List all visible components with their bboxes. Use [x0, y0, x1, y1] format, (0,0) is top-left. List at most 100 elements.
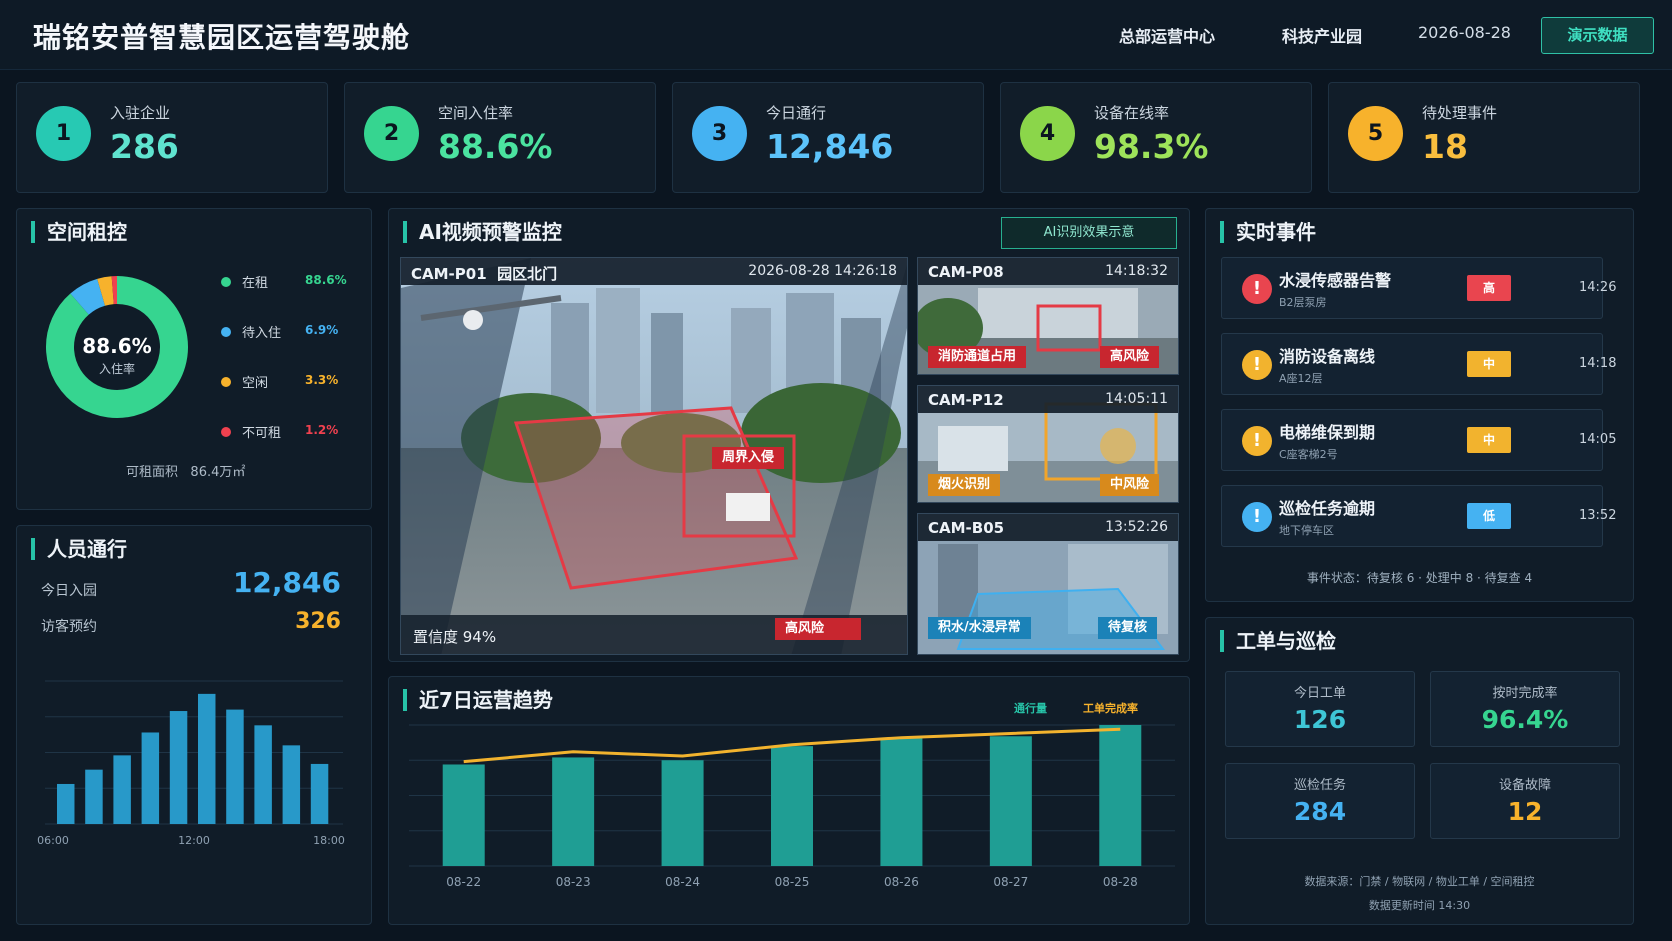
event-time: 14:05: [1579, 432, 1617, 447]
event-level-badge: 高: [1467, 275, 1511, 301]
x-tick-label: 08-28: [1103, 875, 1138, 889]
traffic-bar: [226, 709, 244, 824]
legend-pct: 1.2%: [305, 423, 339, 437]
kpi-label: 空间入住率: [438, 104, 514, 122]
event-title: 消防设备离线: [1279, 347, 1376, 366]
ai-video-monitor-panel: AI视频预警监控 AI识别效果示意 CAM-P01 园区北门 2026-08-2…: [388, 208, 1190, 662]
risk-tag: 中风险: [1100, 474, 1160, 496]
camera-id: CAM-P08: [928, 263, 1004, 281]
card-label: 今日工单: [1293, 686, 1346, 701]
x-tick-label: 08-24: [665, 875, 700, 889]
x-tick-label: 12:00: [178, 834, 210, 847]
event-location: 地下停车区: [1279, 524, 1334, 537]
traffic-volume-bar: [661, 760, 704, 866]
kpi-index-badge: 1: [36, 106, 91, 161]
donut-slice-3: [97, 276, 115, 306]
traffic-volume-bar: [442, 764, 485, 866]
alert-exclamation-icon: !: [1242, 274, 1272, 304]
camera-scene-image: [401, 258, 907, 654]
traffic-volume-bar: [989, 736, 1032, 866]
event-level-badge: 低: [1467, 503, 1511, 529]
data-source-note: 数据来源：门禁 / 物联网 / 物业工单 / 空间租控: [1304, 875, 1535, 888]
event-title: 电梯维保到期: [1279, 423, 1376, 442]
hourly-traffic-chart: 06:00 12:00 18:00: [37, 680, 345, 847]
event-item-inspection-overdue[interactable]: ! 巡检任务逾期 地下停车区 低 13:52: [1221, 485, 1616, 547]
kpi-value: 12,846: [766, 127, 894, 166]
kpi-card-traffic: 3 今日通行 12,846: [672, 82, 984, 193]
event-location: B2层泵房: [1279, 296, 1327, 309]
traffic-volume-bar: [1099, 725, 1142, 866]
warning-exclamation-icon: !: [1242, 426, 1272, 456]
traffic-bar: [282, 745, 301, 824]
kpi-index-badge: 2: [364, 106, 419, 161]
x-tick-label: 08-27: [993, 875, 1028, 889]
kpi-value: 88.6%: [438, 127, 553, 166]
card-value: 12: [1507, 797, 1543, 826]
x-tick-label: 08-22: [446, 875, 481, 889]
camera-header: CAM-B05 13:52:26: [918, 514, 1178, 541]
camera-header: CAM-P08 14:18:32: [918, 258, 1178, 285]
camera-timestamp: 14:05:11: [1105, 391, 1168, 407]
kpi-value: 98.3%: [1094, 127, 1209, 166]
camera-feed-p08[interactable]: CAM-P08 14:18:32 消防通道占用 高风险: [917, 257, 1179, 375]
camera-header: CAM-P01 园区北门 2026-08-28 14:26:18: [401, 258, 907, 285]
x-tick-label: 08-26: [884, 875, 919, 889]
nav-hq-ops-center[interactable]: 总部运营中心: [1119, 23, 1215, 47]
traffic-volume-bar: [552, 757, 595, 866]
x-tick-label: 18:00: [313, 834, 345, 847]
legend-name: 在租: [242, 276, 269, 291]
kpi-value: 286: [110, 127, 179, 166]
alert-tag: 积水/水浸异常: [928, 617, 1031, 639]
camera-footer: 置信度 94% 高风险: [401, 615, 907, 654]
rentable-area-value: 86.4万㎡: [190, 465, 246, 480]
event-item-fire-device-offline[interactable]: ! 消防设备离线 A座12层 中 14:18: [1221, 333, 1616, 395]
data-updated-time: 数据更新时间 14:30: [1368, 899, 1471, 912]
risk-tag-high: 高风险: [775, 618, 861, 640]
card-value: 126: [1293, 705, 1347, 734]
workorder-card-faults: 设备故障 12: [1430, 763, 1620, 839]
ai-demo-badge: AI识别效果示意: [1001, 217, 1177, 249]
event-status-summary: 事件状态：待复核 6 · 处理中 8 · 待复查 4: [1306, 571, 1533, 585]
nav-tech-park[interactable]: 科技产业园: [1282, 23, 1362, 47]
app-title: 瑞铭安普智慧园区运营驾驶舱: [33, 21, 411, 54]
legend-dot: [221, 327, 231, 337]
kpi-card-tenants: 1 入驻企业 286: [16, 82, 328, 193]
camera-feed-b05[interactable]: CAM-B05 13:52:26 积水/水浸异常 待复核: [917, 513, 1179, 655]
legend-name: 不可租: [242, 426, 282, 441]
card-value: 96.4%: [1481, 705, 1569, 734]
legend-pct: 88.6%: [305, 273, 347, 287]
workorder-card-ontime-rate: 按时完成率 96.4%: [1430, 671, 1620, 747]
donut-slice-2: [70, 278, 106, 316]
event-level-badge: 中: [1467, 351, 1511, 377]
alert-tag: 烟火识别: [928, 474, 1001, 496]
traffic-bar: [198, 693, 216, 824]
traffic-bar: [85, 769, 103, 824]
kpi-index-badge: 4: [1020, 106, 1075, 161]
traffic-bar: [57, 783, 75, 824]
event-title: 水浸传感器告警: [1279, 271, 1392, 290]
legend-name: 空闲: [242, 376, 269, 391]
personnel-traffic-panel: 人员通行 今日入园 12,846 访客预约 326 06:00 12:00 18:0…: [16, 525, 372, 925]
event-item-elevator-maintenance[interactable]: ! 电梯维保到期 C座客梯2号 中 14:05: [1221, 409, 1616, 471]
kpi-card-occupancy: 2 空间入住率 88.6%: [344, 82, 656, 193]
kpi-card-pending-events: 5 待处理事件 18: [1328, 82, 1640, 193]
space-rental-panel: 空间租控 88.6% 入住率 在租 88.6% 待入住 6.9% 空闲 3.3%…: [16, 208, 372, 510]
event-level-badge: 中: [1467, 427, 1511, 453]
event-time: 13:52: [1579, 508, 1617, 523]
event-time: 14:26: [1579, 280, 1617, 295]
workorder-card-today: 今日工单 126: [1225, 671, 1415, 747]
card-label: 按时完成率: [1492, 686, 1558, 701]
camera-feed-p12[interactable]: CAM-P12 14:05:11 烟火识别 中风险: [917, 385, 1179, 503]
legend-name: 待入住: [242, 326, 282, 341]
info-exclamation-icon: !: [1242, 502, 1272, 532]
camera-header: CAM-P12 14:05:11: [918, 386, 1178, 413]
demo-data-button[interactable]: 演示数据: [1541, 17, 1654, 54]
camera-main-feed[interactable]: CAM-P01 园区北门 2026-08-28 14:26:18 周界入侵 置信…: [400, 257, 908, 655]
event-location: A座12层: [1279, 372, 1323, 385]
camera-timestamp: 2026-08-28 14:26:18: [748, 263, 897, 279]
x-tick-label: 08-23: [556, 875, 591, 889]
panel-title: 空间租控: [31, 221, 127, 243]
event-item-water-leak[interactable]: ! 水浸传感器告警 B2层泵房 高 14:26: [1221, 257, 1616, 319]
risk-tag: 高风险: [1100, 346, 1160, 368]
workorders-panel: 工单与巡检 今日工单 126 按时完成率 96.4% 巡检任务 284 设备故障…: [1205, 617, 1634, 925]
